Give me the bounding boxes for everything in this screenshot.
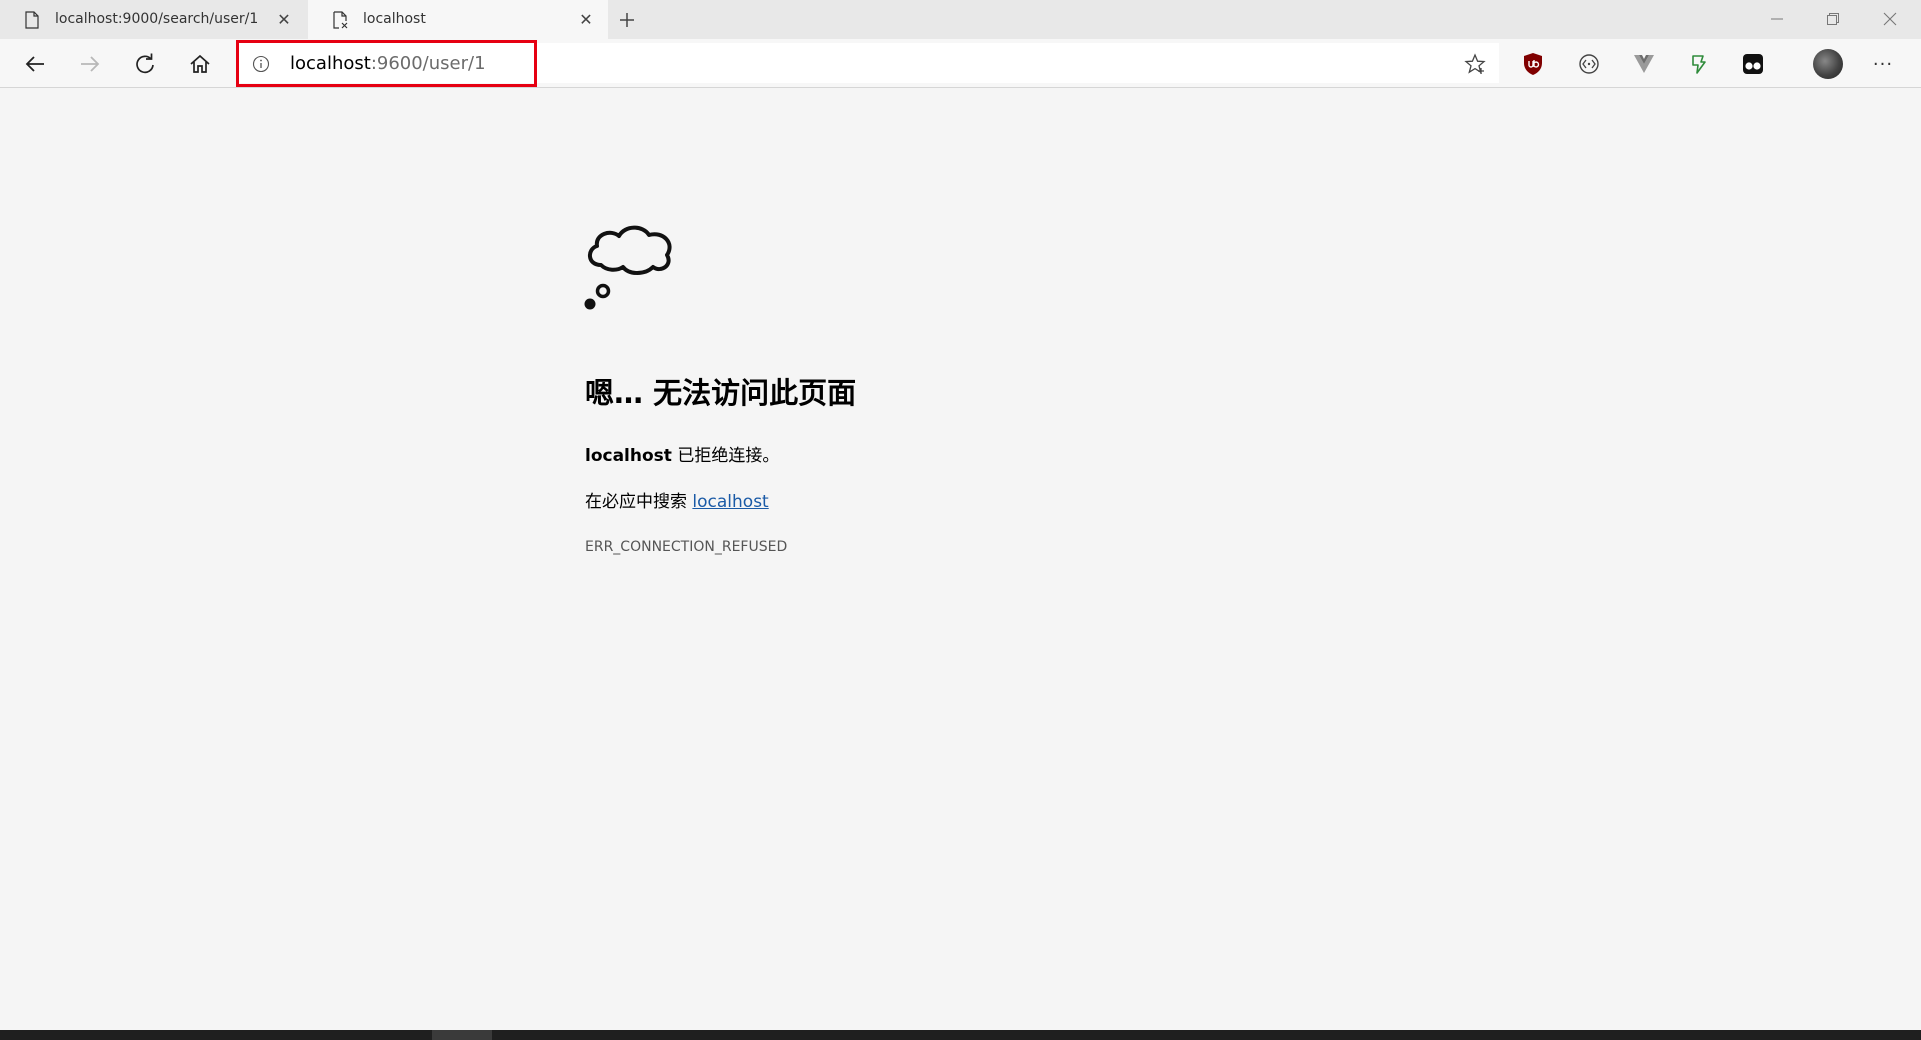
home-icon [190, 54, 210, 73]
back-icon [25, 56, 44, 72]
tab-title: localhost:9000/search/user/1 [55, 11, 259, 27]
tampermonkey-button[interactable] [1740, 51, 1766, 77]
restore-icon [1827, 13, 1839, 25]
tab-strip: localhost:9000/search/user/1 ✕ localhost… [0, 0, 1921, 39]
error-code: ERR_CONNECTION_REFUSED [585, 539, 788, 555]
search-prefix: 在必应中搜索 [585, 492, 693, 512]
error-desc-suffix: 已拒绝连接。 [671, 446, 780, 466]
tab-search-user[interactable]: localhost:9000/search/user/1 ✕ [0, 0, 306, 39]
home-button[interactable] [185, 49, 215, 79]
ublock-origin-icon [1524, 53, 1542, 75]
error-search-suggestion: 在必应中搜索 localhost [585, 487, 769, 512]
thought-cloud-icon [584, 225, 672, 310]
tampermonkey-icon [1743, 54, 1763, 74]
document-icon [25, 11, 39, 29]
green-extension-icon [1692, 55, 1706, 74]
star-icon[interactable] [1464, 53, 1486, 75]
error-title: 嗯… 无法访问此页面 [585, 376, 857, 410]
new-tab-button[interactable] [614, 7, 640, 33]
error-host: localhost [585, 446, 672, 466]
green-extension-button[interactable] [1685, 51, 1711, 77]
bing-search-link[interactable]: localhost [692, 492, 768, 512]
taskbar [0, 1030, 1921, 1040]
plus-icon [620, 13, 634, 27]
refresh-icon [136, 53, 154, 74]
forward-button[interactable] [75, 49, 105, 79]
back-button[interactable] [20, 49, 50, 79]
address-highlight-box [236, 40, 537, 87]
tab-localhost[interactable]: localhost ✕ [308, 0, 608, 39]
error-description: localhost 已拒绝连接。 [585, 441, 779, 466]
restore-button[interactable] [1818, 6, 1848, 32]
more-button[interactable]: ··· [1868, 51, 1898, 77]
refresh-button[interactable] [130, 49, 160, 79]
more-icon: ··· [1872, 53, 1894, 75]
broken-document-icon [333, 11, 348, 29]
close-tab-icon[interactable]: ✕ [274, 9, 294, 29]
close-window-button[interactable] [1875, 6, 1905, 32]
devtools-icon [1579, 54, 1599, 74]
tab-title: localhost [363, 11, 426, 27]
vue-devtools-button[interactable] [1631, 51, 1657, 77]
close-icon [1883, 12, 1897, 26]
vue-devtools-icon [1634, 55, 1654, 73]
minimize-icon [1771, 18, 1783, 20]
close-tab-icon[interactable]: ✕ [576, 9, 596, 29]
ublock-origin-button[interactable] [1520, 51, 1546, 77]
forward-icon [81, 56, 100, 72]
minimize-button[interactable] [1762, 6, 1792, 32]
avatar[interactable] [1813, 49, 1843, 79]
taskbar-item[interactable] [432, 1030, 492, 1040]
devtools-extension-button[interactable] [1576, 51, 1602, 77]
